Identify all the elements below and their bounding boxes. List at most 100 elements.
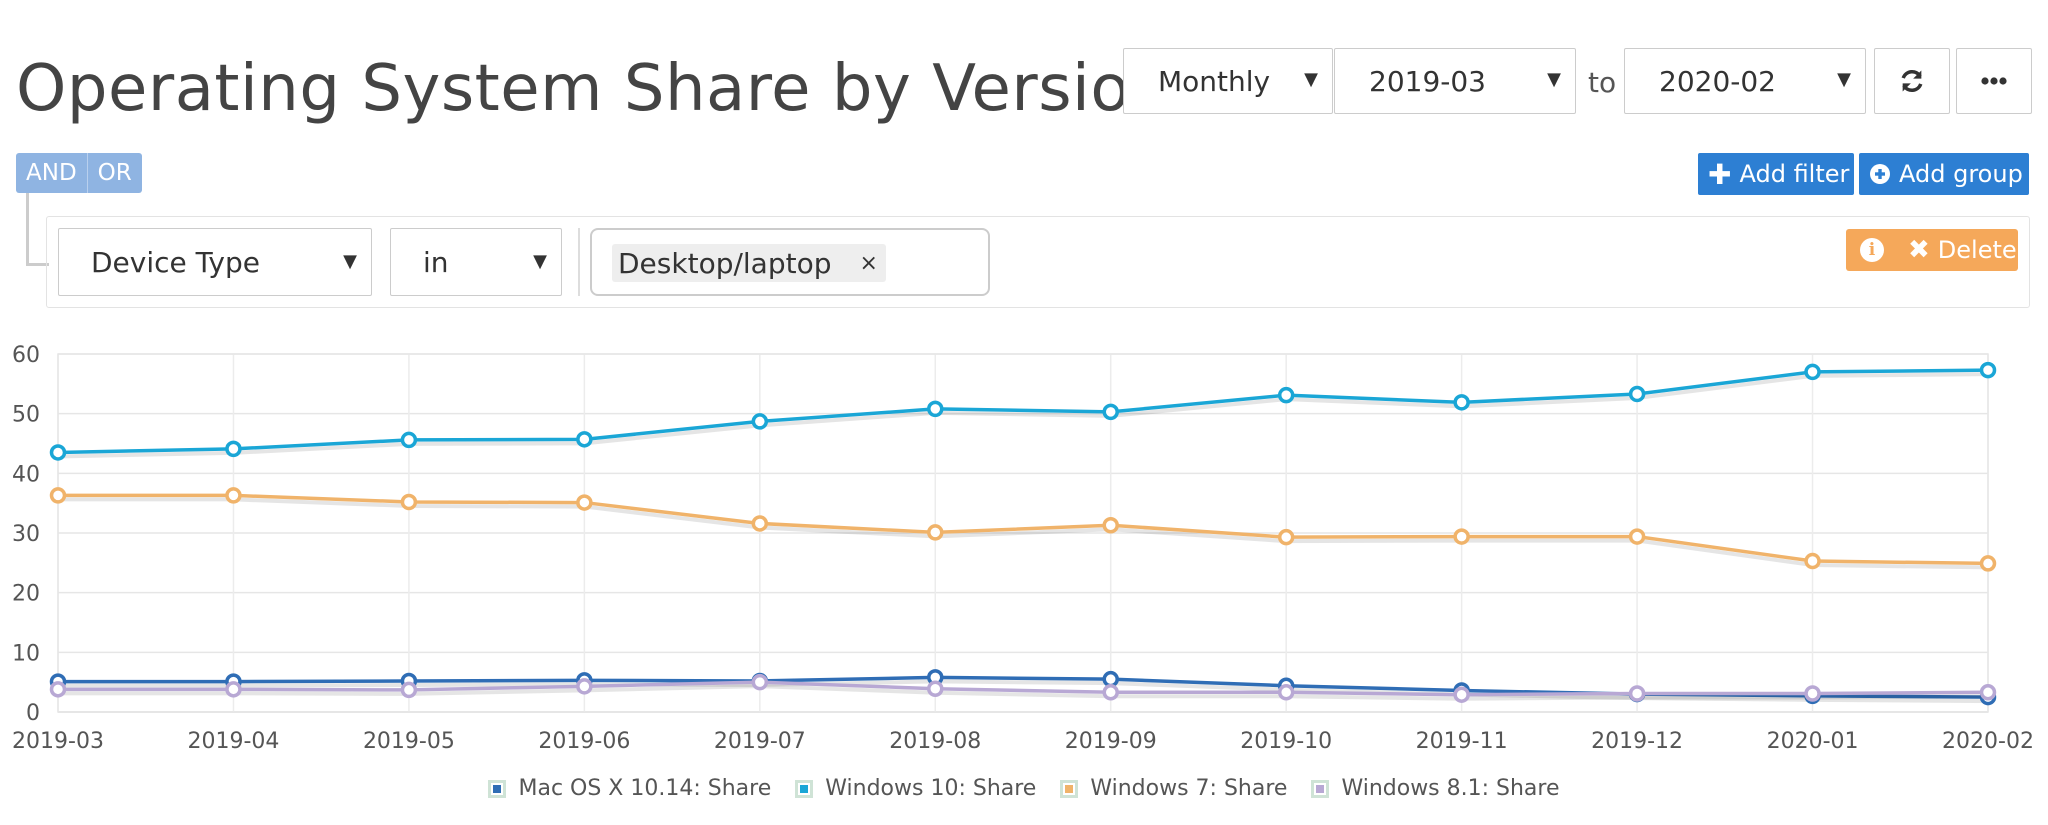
data-point [225,440,242,458]
and-toggle[interactable]: AND [16,153,87,193]
caret-down-icon: ▼ [533,251,547,272]
add-group-label: Add group [1899,160,2023,188]
x-tick-label: 2019-05 [363,729,455,754]
data-point [1804,552,1821,570]
y-tick-label: 20 [12,582,40,607]
legend-label: Windows 8.1: Share [1341,776,1560,801]
legend-swatch [1060,779,1079,798]
filter-field-value: Device Type [91,245,260,279]
more-options-button[interactable] [1956,48,2032,114]
legend-label: Windows 7: Share [1090,776,1288,801]
data-point [1979,555,1997,572]
add-filter-label: Add filter [1739,160,1850,188]
from-date-select[interactable]: 2019-03 ▼ [1334,48,1576,114]
data-point [49,681,67,698]
value-chip: Desktop/laptop × [612,244,886,282]
to-date-select[interactable]: 2020-02 ▼ [1624,48,1866,114]
data-point [751,515,769,532]
x-tick-label: 2019-12 [1591,729,1683,754]
caret-down-icon: ▼ [343,251,357,272]
to-label: to [1588,66,1617,99]
legend-label: Mac OS X 10.14: Share [518,776,772,801]
legend-item[interactable]: Windows 8.1: Share [1311,776,1560,801]
data-point [1453,394,1470,411]
legend-swatch [795,779,814,798]
interval-select[interactable]: Monthly ▼ [1123,48,1333,114]
data-point [576,431,593,448]
series-line [57,368,1989,455]
filter-operator-select[interactable]: in ▼ [390,228,562,296]
data-point [49,487,67,504]
legend-item[interactable]: Windows 10: Share [795,776,1036,801]
data-point [49,444,67,461]
chip-remove-icon[interactable]: × [860,251,878,276]
refresh-button[interactable] [1874,48,1950,114]
y-tick-label: 40 [12,462,40,487]
caret-down-icon: ▼ [1304,69,1318,90]
data-point [400,431,418,449]
data-point [927,524,944,541]
y-tick-label: 10 [12,641,40,666]
data-point [576,678,593,695]
filter-field-select[interactable]: Device Type ▼ [58,228,372,296]
x-tick-label: 2020-02 [1942,729,2034,754]
data-point [1102,403,1119,421]
caret-down-icon: ▼ [1547,69,1561,90]
info-icon[interactable]: i [1860,238,1884,262]
data-point [1277,684,1295,701]
x-tick-label: 2020-01 [1767,729,1859,754]
add-group-button[interactable]: Add group [1859,153,2029,195]
data-point [1804,685,1821,702]
x-tick-label: 2019-11 [1416,729,1508,754]
add-filter-button[interactable]: ✚ Add filter [1698,153,1854,195]
close-icon: ✖ [1908,235,1930,265]
data-point [576,494,593,511]
filter-operator-value: in [423,245,449,279]
from-date-value: 2019-03 [1369,64,1486,98]
x-tick-label: 2019-03 [12,729,104,754]
data-point [400,681,418,699]
data-point [1804,363,1821,381]
legend-label: Windows 10: Share [825,776,1037,801]
data-point [1102,684,1119,701]
legend-swatch [488,779,507,798]
delete-filter-button[interactable]: i ✖ Delete [1846,229,2018,271]
plus-circle-icon [1869,163,1891,185]
data-point [927,680,944,697]
page-title: Operating System Share by Version [16,52,1172,126]
x-tick-label: 2019-10 [1240,729,1332,754]
data-point [1453,686,1470,703]
data-point [1979,684,1997,701]
x-tick-label: 2019-09 [1065,729,1157,754]
line-chart: 0 10 20 30 40 50 60 2019-03 2019-04 2019-05 2019-0… [12,343,2034,754]
data-point [1628,385,1646,403]
ellipsis-icon [1981,77,2007,85]
x-tick-label: 2019-04 [187,729,279,754]
data-point [225,487,242,504]
y-tick-label: 0 [26,701,40,726]
data-point [1277,528,1295,546]
caret-down-icon: ▼ [1837,69,1851,90]
divider [578,228,580,296]
y-tick-label: 60 [12,343,40,368]
data-point [1628,528,1646,545]
data-point [1102,670,1119,688]
data-point [1979,361,1997,379]
or-toggle[interactable]: OR [86,153,142,193]
legend-item[interactable]: Windows 7: Share [1060,776,1287,801]
delete-label: Delete [1937,236,2017,264]
data-point [751,413,769,430]
interval-value: Monthly [1158,64,1271,98]
filter-value-input[interactable]: Desktop/laptop × [590,228,990,296]
legend-item[interactable]: Mac OS X 10.14: Share [488,776,771,801]
data-point [927,400,944,418]
data-point [1453,528,1470,545]
y-tick-label: 30 [12,522,40,547]
x-tick-label: 2019-06 [538,729,630,754]
x-tick-label: 2019-07 [714,729,806,754]
legend-swatch [1311,779,1330,798]
data-point [400,493,418,511]
data-point [1102,516,1119,534]
data-point [751,673,769,691]
plus-icon: ✚ [1708,157,1732,191]
